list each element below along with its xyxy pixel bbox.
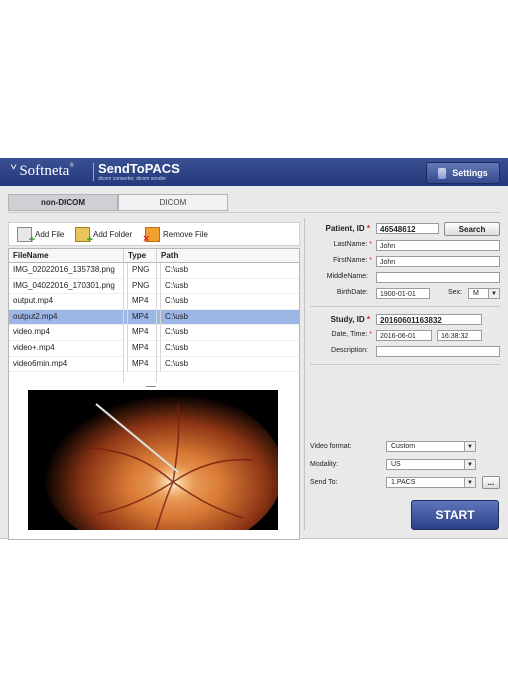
sex-label: Sex: [447, 289, 462, 296]
video-preview [28, 390, 278, 530]
table-row[interactable]: video6min.mp4 MP4 C:\usb [9, 356, 299, 373]
lastname-label: LastName: * [333, 241, 372, 248]
modality-select[interactable]: US ▼ [386, 459, 476, 470]
product-subtitle: dicom converter, dicom sender [98, 176, 167, 182]
add-file-button[interactable]: Add File [17, 227, 64, 246]
chevron-down-icon: ▼ [464, 460, 475, 469]
send-to-select[interactable]: 1.PACS ▼ [386, 477, 476, 488]
column-header-filename[interactable]: FileName [9, 249, 124, 262]
description-input[interactable] [376, 346, 500, 357]
settings-button[interactable]: Settings [426, 162, 500, 184]
start-button[interactable]: START [411, 500, 499, 530]
datetime-label: Date, Time: * [331, 331, 372, 338]
sex-select[interactable]: M ▼ [468, 288, 500, 299]
remove-file-button[interactable]: Remove File [143, 227, 208, 245]
modality-label: Modality: [310, 461, 339, 468]
description-label: Description: [331, 347, 368, 354]
birthdate-label: BirthDate: [336, 289, 368, 296]
browse-destination-button[interactable]: ... [482, 476, 500, 489]
chevron-down-icon: ▼ [488, 289, 499, 298]
study-id-input[interactable]: 20160601163832 [376, 314, 482, 325]
add-folder-button[interactable]: Add Folder [75, 227, 132, 246]
video-format-label: Video format: [310, 443, 352, 450]
table-row-selected[interactable]: output2.mp4 MP4 C:\usb [9, 309, 299, 326]
tab-dicom[interactable]: DICOM [118, 194, 228, 211]
file-toolbar: Add File Add Folder Remove File [8, 222, 300, 246]
lastname-input[interactable]: John [376, 240, 500, 251]
app-window: ᘁ Softneta® SendToPACS dicom converter, d… [0, 158, 508, 540]
column-header-type[interactable]: Type [124, 249, 157, 262]
firstname-label: FirstName: * [333, 257, 372, 264]
send-to-label: Send To: [310, 479, 338, 486]
retina-preview-image [28, 390, 278, 530]
brand-logo: ᘁ Softneta® [10, 163, 74, 179]
table-row[interactable]: video+.mp4 MP4 C:\usb [9, 340, 299, 357]
birthdate-input[interactable]: 1900-01-01 [376, 288, 430, 299]
table-row[interactable]: video.mp4 MP4 C:\usb [9, 325, 299, 341]
firstname-input[interactable]: John [376, 256, 500, 267]
settings-icon [438, 167, 447, 179]
table-row[interactable]: IMG_04022016_170301.png PNG C:\usb [9, 278, 299, 295]
mode-tabs: non-DICOM DICOM [8, 194, 228, 211]
study-time-input[interactable]: 16:38:32 [437, 330, 482, 341]
study-date-input[interactable]: 2016-06-01 [376, 330, 432, 341]
tab-non-dicom[interactable]: non-DICOM [8, 194, 118, 211]
patient-id-input[interactable]: 46548612 [376, 223, 439, 234]
table-row[interactable]: output.mp4 MP4 C:\usb [9, 294, 299, 310]
chevron-down-icon: ▼ [464, 478, 475, 487]
table-row[interactable]: IMG_02022016_135738.png PNG C:\usb [9, 263, 299, 279]
table-header: FileName Type Path [9, 249, 299, 263]
middlename-input[interactable] [376, 272, 500, 283]
middlename-label: MiddleName: [326, 273, 368, 280]
add-file-icon [17, 227, 35, 246]
product-title: SendToPACS [98, 161, 180, 176]
study-id-label: Study, ID * [330, 315, 370, 324]
video-format-select[interactable]: Custom ▼ [386, 441, 476, 452]
search-button[interactable]: Search [444, 222, 500, 236]
chevron-down-icon: ▼ [464, 442, 475, 451]
column-header-path[interactable]: Path [157, 249, 291, 262]
patient-id-label: Patient, ID * [325, 224, 370, 233]
remove-file-icon [143, 227, 160, 245]
header-bar: ᘁ Softneta® SendToPACS dicom converter, d… [0, 158, 508, 186]
add-folder-icon [75, 227, 93, 246]
